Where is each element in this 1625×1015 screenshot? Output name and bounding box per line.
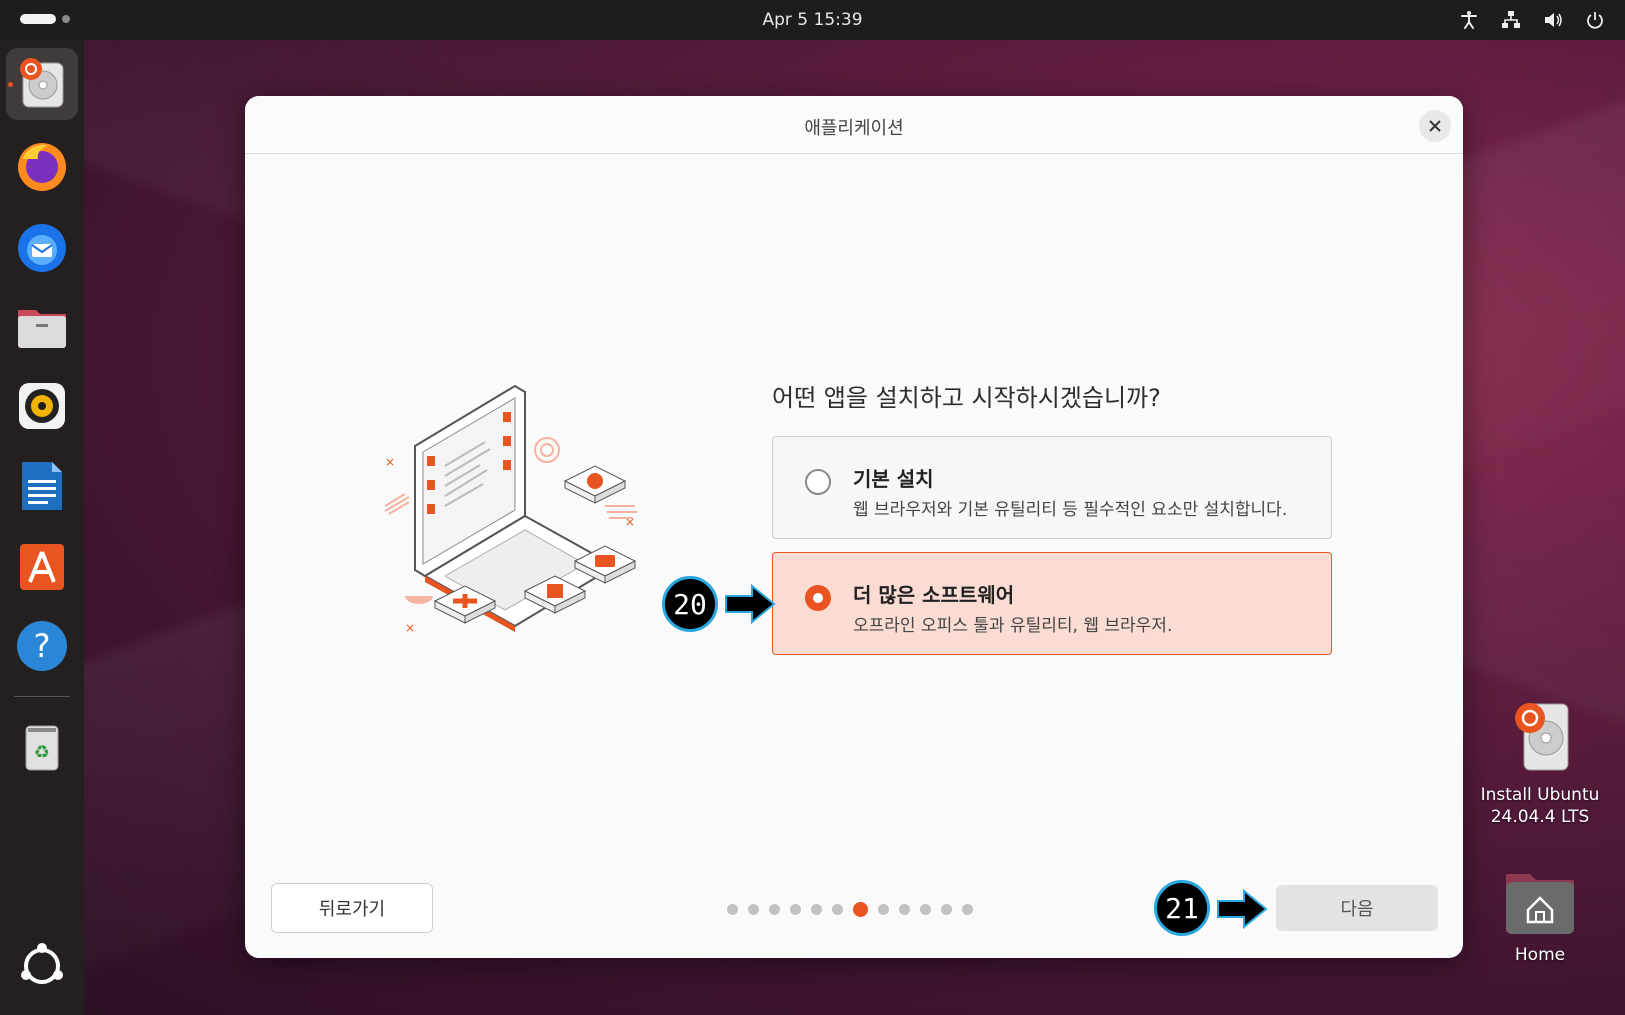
- dock-thunderbird[interactable]: [6, 210, 78, 282]
- svg-text:×: ×: [405, 621, 415, 635]
- radio-basic[interactable]: [805, 469, 831, 495]
- app-center-icon: [20, 544, 64, 590]
- progress-dot: [727, 904, 738, 915]
- trash-icon: ♻: [25, 725, 59, 771]
- power-icon[interactable]: [1583, 8, 1607, 32]
- progress-dot: [832, 904, 843, 915]
- option-basic-install[interactable]: 기본 설치 웹 브라우저와 기본 유틸리티 등 필수적인 요소만 설치합니다.: [772, 436, 1332, 539]
- option-title: 더 많은 소프트웨어: [853, 583, 1015, 607]
- dock-help[interactable]: ?: [6, 610, 78, 682]
- dock-rhythmbox[interactable]: [6, 370, 78, 442]
- progress-dot: [811, 904, 822, 915]
- progress-dot: [962, 904, 973, 915]
- dock: ? ♻: [0, 40, 84, 1015]
- dock-writer[interactable]: [6, 450, 78, 522]
- dock-trash[interactable]: ♻: [6, 710, 78, 782]
- svg-text:×: ×: [385, 455, 395, 469]
- svg-text:♻: ♻: [34, 742, 50, 763]
- rhythmbox-icon: [19, 383, 65, 429]
- annotation-arrow-icon: [1217, 888, 1268, 930]
- option-desc: 오프라인 오피스 툴과 유틸리티, 웹 브라우저.: [853, 616, 1173, 636]
- close-icon: [1429, 120, 1441, 132]
- progress-dot: [748, 904, 759, 915]
- desktop-home-label: Home: [1514, 945, 1566, 965]
- dialog-header: 애플리케이션: [245, 96, 1463, 154]
- progress-dot-current: [853, 902, 868, 917]
- option-desc: 웹 브라우저와 기본 유틸리티 등 필수적인 요소만 설치합니다.: [853, 500, 1288, 520]
- radio-more-software[interactable]: [805, 585, 831, 611]
- desktop-install-ubuntu[interactable]: Install Ubuntu 24.04.4 LTS: [1470, 698, 1610, 828]
- ubuntu-logo-icon: [21, 943, 63, 984]
- desktop-home[interactable]: Home: [1470, 868, 1610, 966]
- desktop-install-label-2: 24.04.4 LTS: [1490, 807, 1590, 827]
- help-icon: ?: [17, 621, 67, 671]
- option-title: 기본 설치: [853, 467, 934, 491]
- step-annotation-20: 20: [662, 576, 718, 632]
- progress-dot: [920, 904, 931, 915]
- dialog-title: 애플리케이션: [804, 118, 904, 139]
- thunderbird-icon: [18, 224, 66, 272]
- installer-icon: [1515, 703, 1569, 771]
- network-icon[interactable]: [1499, 8, 1523, 32]
- close-button[interactable]: [1419, 110, 1451, 142]
- top-bar: Apr 5 15:39: [0, 0, 1625, 40]
- firefox-icon: [18, 143, 66, 191]
- annotation-arrow-icon: [725, 583, 776, 625]
- progress-dot: [878, 904, 889, 915]
- svg-text:?: ?: [34, 627, 51, 665]
- dock-separator: [14, 696, 70, 697]
- system-tray[interactable]: [1457, 8, 1607, 32]
- back-button[interactable]: 뒤로가기: [271, 883, 433, 933]
- installer-icon: [20, 58, 64, 108]
- progress-dot: [899, 904, 910, 915]
- home-folder-icon: [1506, 874, 1574, 934]
- dock-app-center[interactable]: [6, 530, 78, 602]
- files-icon: [18, 310, 66, 348]
- option-more-software[interactable]: 더 많은 소프트웨어 오프라인 오피스 툴과 유틸리티, 웹 브라우저.: [772, 552, 1332, 655]
- desktop-install-label-1: Install Ubuntu: [1480, 785, 1600, 805]
- step-annotation-21: 21: [1154, 880, 1210, 936]
- progress-dot: [790, 904, 801, 915]
- laptop-apps-illustration-icon: × × ×: [384, 384, 637, 635]
- next-button[interactable]: 다음: [1276, 885, 1438, 931]
- accessibility-icon[interactable]: [1457, 8, 1481, 32]
- volume-icon[interactable]: [1541, 8, 1565, 32]
- dock-firefox[interactable]: [6, 129, 78, 201]
- running-indicator: [8, 82, 13, 87]
- writer-icon: [22, 462, 62, 510]
- progress-dot: [769, 904, 780, 915]
- installer-dialog: 애플리케이션 × × × 어떤 앱을 설치하고 시작하시겠습니까? 기본 설치 …: [245, 96, 1463, 958]
- progress-dots: [727, 902, 973, 917]
- progress-dot: [941, 904, 952, 915]
- dock-installer[interactable]: [6, 48, 78, 120]
- dock-show-apps[interactable]: [6, 930, 78, 1002]
- dock-files[interactable]: [6, 290, 78, 362]
- clock[interactable]: Apr 5 15:39: [0, 10, 1625, 30]
- question-heading: 어떤 앱을 설치하고 시작하시겠습니까?: [772, 384, 1161, 412]
